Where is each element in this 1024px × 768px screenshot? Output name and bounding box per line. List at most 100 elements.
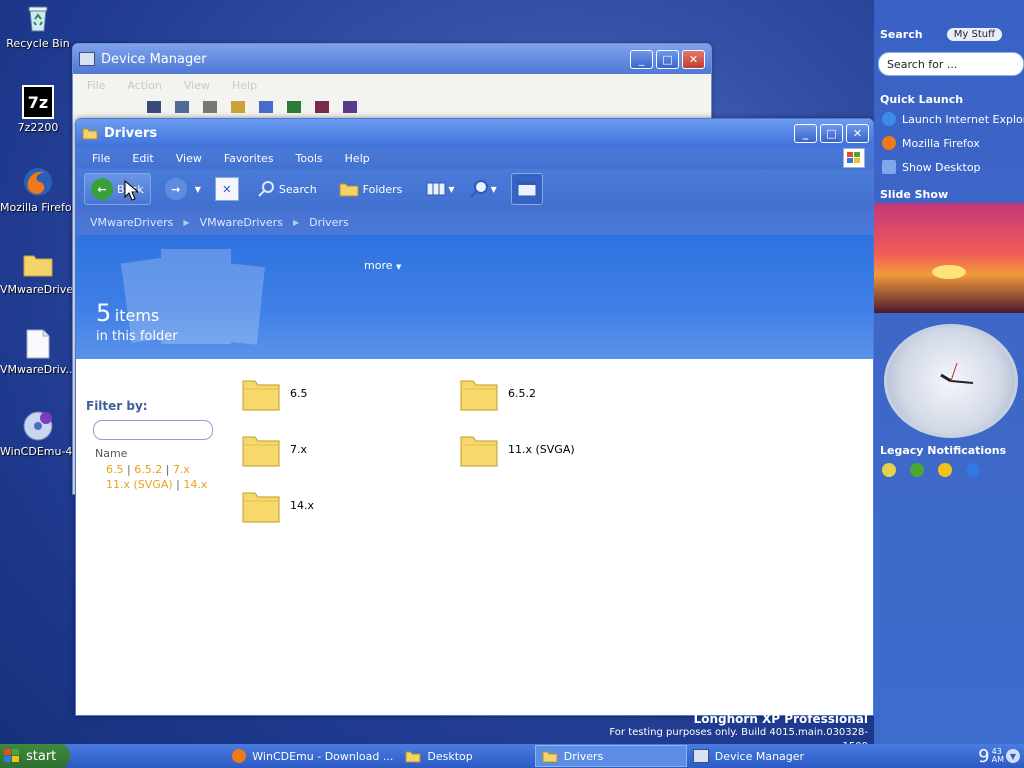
views-button[interactable]: ▼ (426, 181, 455, 197)
update-icon[interactable] (287, 101, 301, 113)
quick-launch-item[interactable]: Mozilla Firefox (874, 136, 1024, 150)
device-manager-toolbar (73, 96, 711, 118)
firefox-icon (882, 136, 896, 150)
more-link[interactable]: more ▼ (364, 259, 401, 272)
folder-item[interactable]: 11.x (SVGA) (460, 431, 575, 467)
desktop-icon-recycle-bin[interactable]: Recycle Bin (0, 2, 76, 50)
firefox-icon (232, 749, 247, 763)
desktop-icon-vmwaredriv-file[interactable]: VMwareDriv... (0, 328, 76, 376)
sidebar-search-input[interactable]: Search for ... (878, 52, 1024, 76)
slide-show-title: Slide Show (880, 188, 949, 201)
taskbar-item-label: Device Manager (714, 749, 805, 763)
minimize-button[interactable]: _ (630, 49, 653, 69)
close-button[interactable]: ✕ (682, 49, 705, 69)
taskbar-item-wincdemu[interactable]: WinCDEmu - Download ... (226, 746, 399, 766)
back-button[interactable]: ← Back (84, 173, 151, 205)
breadcrumb-item[interactable]: VMwareDrivers (200, 216, 283, 229)
maximize-button[interactable]: □ (656, 49, 679, 69)
menu-tools[interactable]: Tools (296, 152, 323, 165)
slideshow-image[interactable] (874, 203, 1024, 313)
up-button[interactable]: ✕ (214, 177, 239, 201)
folder-item[interactable]: 7.x (242, 431, 307, 467)
preview-pane-icon (517, 181, 537, 197)
desktop-icon-7z[interactable]: 7z 7z2200 (0, 85, 76, 134)
folder-item[interactable]: 14.x (242, 487, 314, 523)
sidebar-search-header: Search My Stuff (874, 0, 1024, 41)
start-button[interactable]: start (0, 744, 71, 768)
menu-view[interactable]: View (176, 152, 202, 165)
filter-input[interactable] (93, 420, 213, 440)
device-manager-title: Device Manager (101, 51, 207, 67)
taskbar-clock[interactable]: 9 43 AM ▼ (978, 746, 1020, 767)
taskbar-item-device-manager[interactable]: Device Manager (687, 746, 810, 766)
menu-edit[interactable]: Edit (132, 152, 153, 165)
device-manager-icon (79, 52, 95, 66)
close-button[interactable]: ✕ (846, 123, 869, 143)
tray-icon[interactable] (966, 463, 980, 477)
folder-item[interactable]: 6.5 (242, 375, 308, 411)
help-icon[interactable] (231, 101, 245, 113)
zoom-icon (469, 180, 488, 198)
minimize-button[interactable]: _ (794, 123, 817, 143)
maximize-button[interactable]: □ (820, 123, 843, 143)
folder-icon (22, 248, 54, 280)
folder-item[interactable]: 6.5.2 (460, 375, 536, 411)
folder-label: 11.x (SVGA) (508, 442, 575, 456)
print-icon[interactable] (203, 101, 217, 113)
desktop-icon-vmwaredrivers-folder[interactable]: VMwareDrivers (0, 248, 76, 296)
quick-launch-item[interactable]: Show Desktop (874, 160, 1024, 174)
zoom-button[interactable]: ▼ (469, 179, 497, 199)
folder-icon (242, 380, 280, 411)
taskbar-item-drivers[interactable]: Drivers (534, 745, 687, 767)
uninstall-icon[interactable] (315, 101, 329, 113)
properties-icon[interactable] (147, 101, 161, 113)
search-icon (258, 181, 274, 197)
filter-links-row1: 6.5 | 6.5.2 | 7.x (106, 463, 190, 476)
menu-view[interactable]: View (184, 79, 210, 92)
tray-icon[interactable] (882, 463, 896, 477)
menu-help[interactable]: Help (345, 152, 370, 165)
menu-action[interactable]: Action (127, 79, 161, 92)
drivers-titlebar[interactable]: Drivers _ □ ✕ (76, 119, 873, 147)
filter-link[interactable]: 6.5 (106, 463, 124, 476)
folder-banner: more ▼ 5 items in this folder (76, 235, 873, 359)
tray-icon[interactable] (938, 463, 952, 477)
desktop-icon-firefox[interactable]: Mozilla Firefox (0, 166, 76, 214)
refresh-icon[interactable] (175, 101, 189, 113)
folders-button[interactable]: Folders (339, 181, 402, 197)
menu-favorites[interactable]: Favorites (224, 152, 274, 165)
chevron-down-icon[interactable]: ▼ (1006, 749, 1020, 763)
quick-launch-item[interactable]: Launch Internet Explorer (874, 112, 1024, 126)
filter-title: Filter by: (86, 399, 148, 413)
filter-link[interactable]: 14.x (183, 478, 207, 491)
quick-launch-label: Launch Internet Explorer (902, 112, 1024, 126)
desktop-icon-wincdemu[interactable]: WinCDEmu-4.1 (0, 410, 76, 458)
disable-icon[interactable] (343, 101, 357, 113)
7zip-icon: 7z (22, 85, 54, 119)
menu-file[interactable]: File (87, 79, 105, 92)
taskbar-item-desktop[interactable]: Desktop (399, 746, 478, 766)
mouse-cursor-icon (124, 180, 140, 201)
preview-pane-button[interactable] (510, 173, 543, 205)
folder-label: 14.x (290, 498, 315, 512)
desktop-icon-label: VMwareDriv... (0, 363, 76, 376)
breadcrumb-item[interactable]: Drivers (309, 216, 349, 229)
tray-icon[interactable] (910, 463, 924, 477)
filter-link[interactable]: 6.5.2 (134, 463, 162, 476)
breadcrumb-item[interactable]: VMwareDrivers (90, 216, 173, 229)
search-button[interactable]: Search (257, 180, 317, 198)
menu-file[interactable]: File (92, 152, 110, 165)
clock-gadget[interactable] (884, 324, 1018, 438)
scan-icon[interactable] (259, 101, 273, 113)
menu-help[interactable]: Help (232, 79, 257, 92)
forward-button[interactable]: → (164, 178, 187, 200)
device-manager-titlebar[interactable]: Device Manager _ □ ✕ (73, 44, 711, 74)
filter-link[interactable]: 7.x (173, 463, 190, 476)
drivers-window[interactable]: Drivers _ □ ✕ File Edit View Favorites T… (75, 118, 874, 716)
forward-dropdown-icon[interactable]: ▼ (195, 185, 201, 194)
filter-link[interactable]: 11.x (SVGA) (106, 478, 173, 491)
views-grid-icon (426, 182, 446, 196)
my-stuff-button[interactable]: My Stuff (946, 28, 1002, 41)
clock-hands-icon (940, 362, 974, 384)
firefox-icon (22, 166, 54, 198)
